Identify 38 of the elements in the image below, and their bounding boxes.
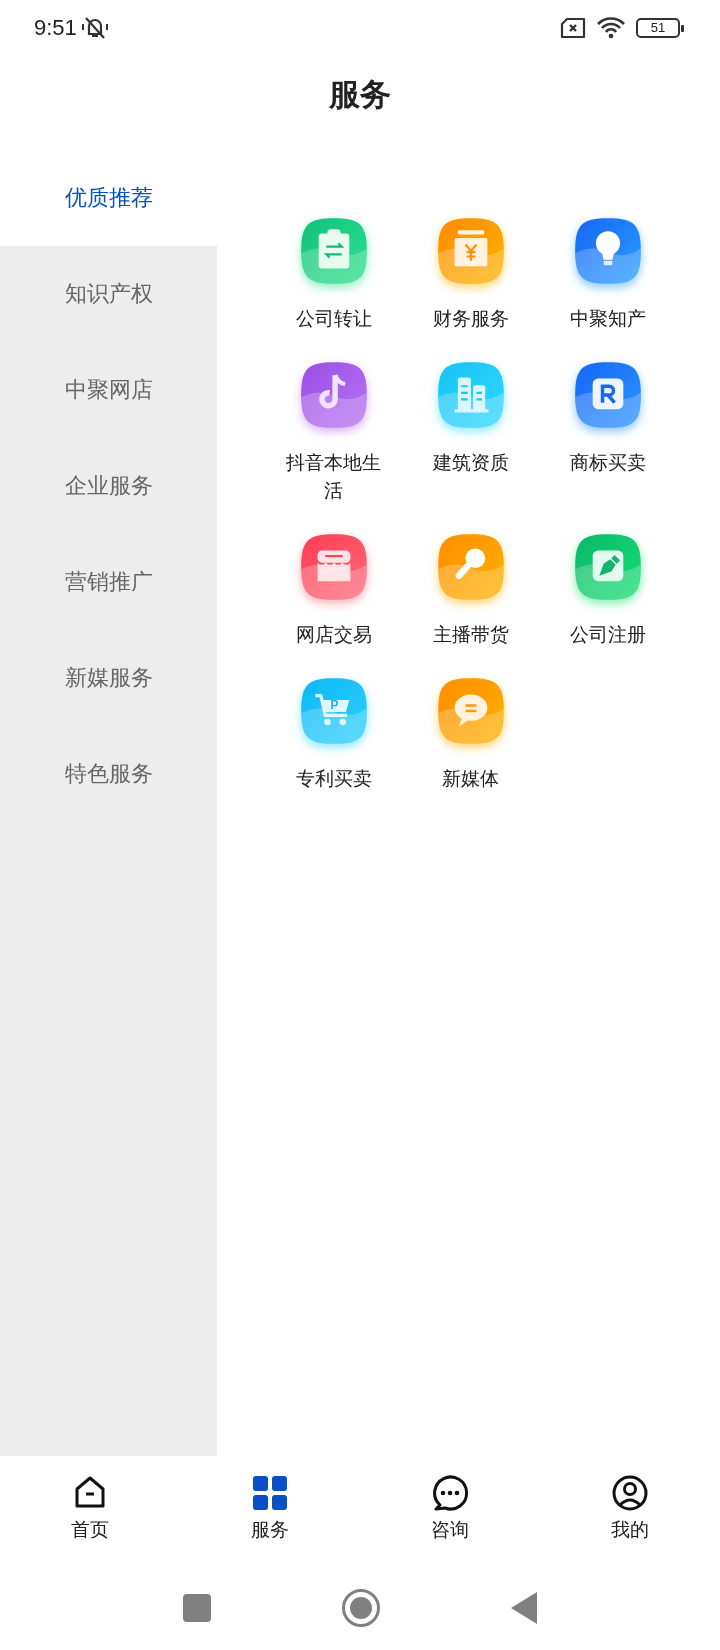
- service-label[interactable]: 公司转让: [279, 304, 388, 332]
- back-button[interactable]: [511, 1591, 537, 1624]
- tab-label[interactable]: 咨询: [431, 1517, 469, 1543]
- microphone-icon[interactable]: [435, 532, 506, 602]
- home-button[interactable]: [341, 1587, 381, 1628]
- service-label[interactable]: 建筑资质: [416, 448, 525, 476]
- clock: 9:51: [34, 14, 77, 41]
- sidebar-item[interactable]: 优质推荐: [0, 150, 217, 246]
- page-title: 服务: [329, 75, 391, 114]
- service-label[interactable]: 中聚知产: [553, 304, 662, 332]
- service-label[interactable]: 商标买卖: [553, 448, 662, 476]
- recents-button[interactable]: [183, 1593, 211, 1622]
- tab-label[interactable]: 首页: [71, 1517, 109, 1543]
- service-label[interactable]: 主播带货: [416, 620, 525, 648]
- service-label[interactable]: 财务服务: [416, 304, 525, 332]
- storefront-icon[interactable]: [298, 532, 369, 602]
- tab-label[interactable]: 我的: [611, 1517, 649, 1543]
- clipboard-icon[interactable]: [298, 216, 369, 286]
- chat-bubble-icon[interactable]: [435, 676, 506, 746]
- icon-letter: P: [330, 699, 339, 711]
- tab-label[interactable]: 服务: [251, 1517, 289, 1543]
- service-label[interactable]: 专利买卖: [279, 764, 388, 792]
- service-label[interactable]: 公司注册: [553, 620, 662, 648]
- yen-box-icon[interactable]: [435, 216, 506, 286]
- buildings-icon[interactable]: [435, 360, 506, 430]
- wifi-icon: [596, 15, 626, 40]
- chat-icon[interactable]: [431, 1474, 469, 1512]
- cart-icon[interactable]: [298, 676, 369, 746]
- pen-icon[interactable]: [572, 532, 643, 602]
- sim-card-icon: [560, 16, 586, 39]
- service-label[interactable]: 新媒体: [416, 764, 525, 792]
- lightbulb-icon[interactable]: [572, 216, 643, 286]
- grid-icon[interactable]: [251, 1474, 289, 1512]
- service-label[interactable]: 网店交易: [279, 620, 388, 648]
- service-label[interactable]: 抖音本地生活: [279, 448, 388, 504]
- music-note-icon[interactable]: [298, 360, 369, 430]
- registered-mark-icon[interactable]: [572, 360, 643, 430]
- profile-icon[interactable]: [611, 1474, 649, 1512]
